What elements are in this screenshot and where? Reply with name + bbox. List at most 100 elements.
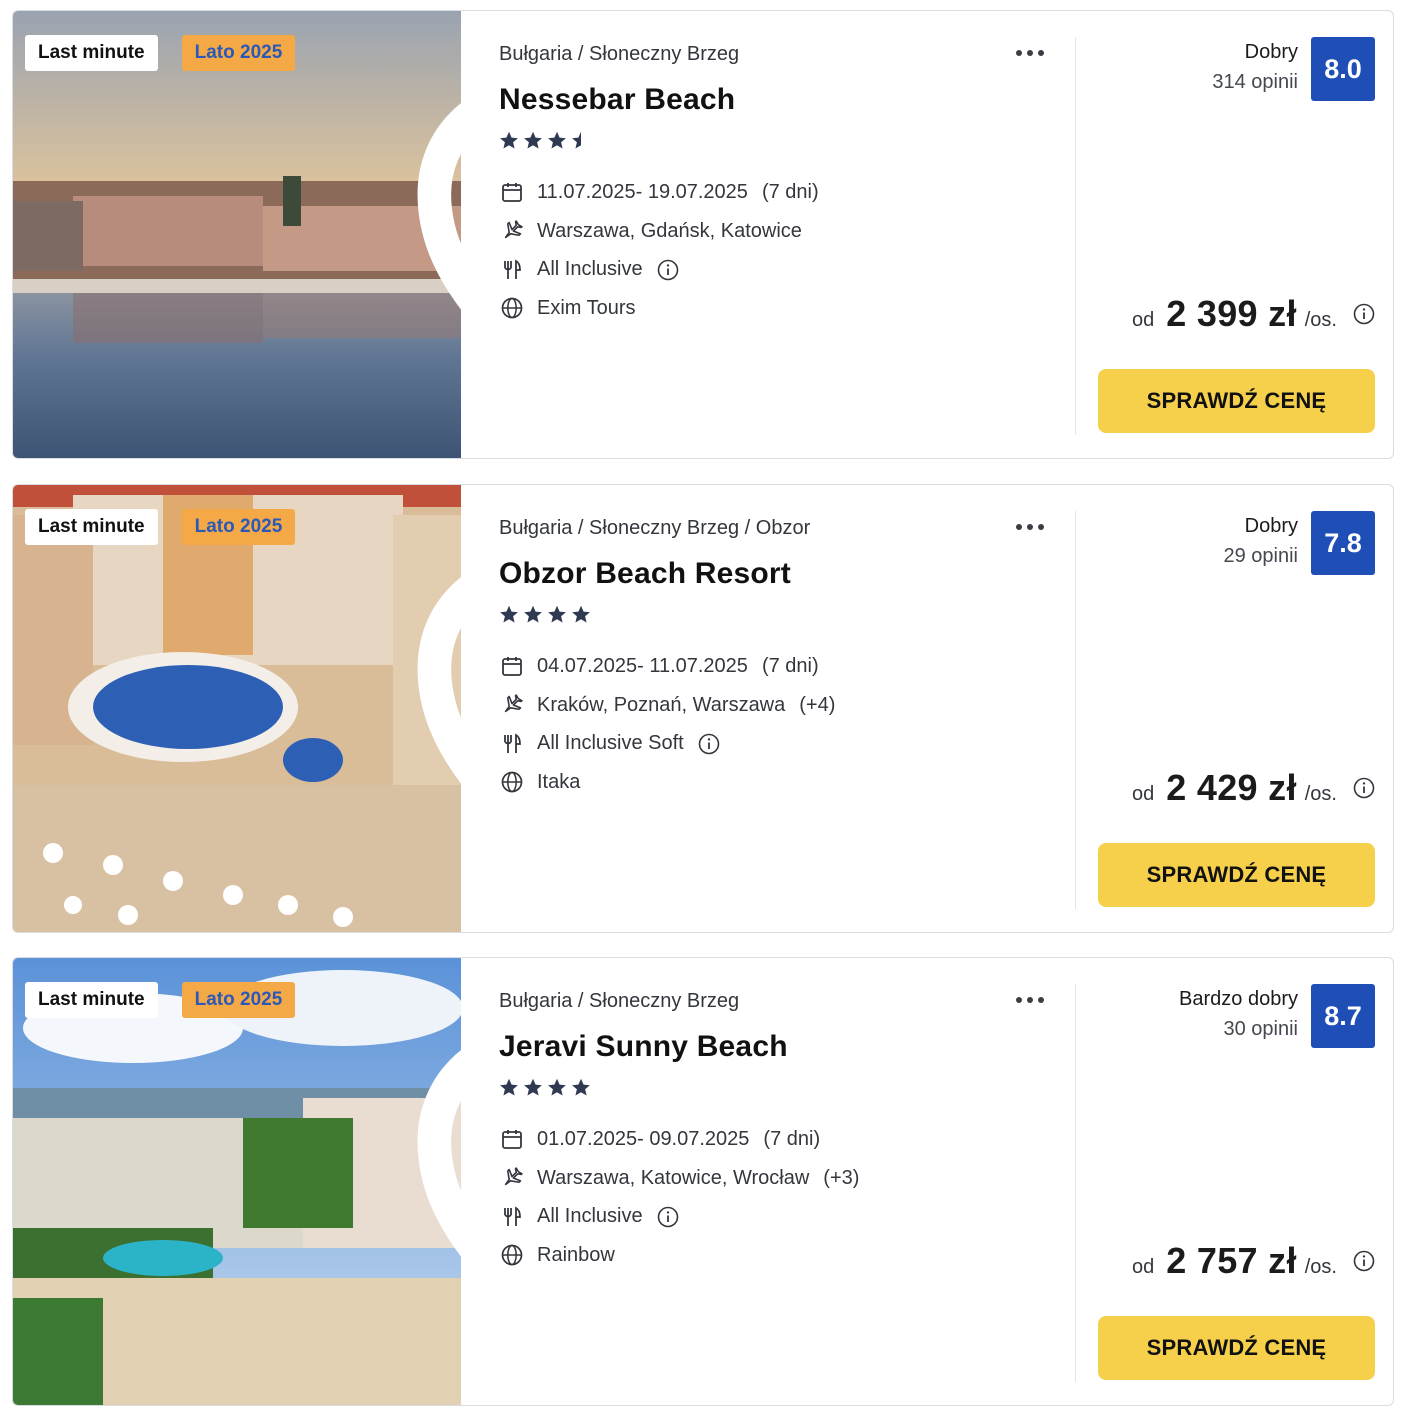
info-icon[interactable] [698,733,720,755]
price-prefix: od [1132,783,1155,805]
offer-dates: 04.07.2025- 11.07.2025 (7 dni) [499,647,835,686]
offer-dates: 01.07.2025- 09.07.2025 (7 dni) [499,1120,859,1159]
hotel-name[interactable]: Nessebar Beach [499,83,735,117]
departures-text: Warszawa, Katowice, Wrocław [537,1166,810,1189]
price-prefix: od [1132,309,1155,331]
departures-text: Warszawa, Gdańsk, Katowice [537,219,802,242]
rating-summary: Dobry 314 opinii [1212,37,1298,97]
rating-label: Bardzo dobry [1179,988,1298,1010]
board-text: All Inclusive [537,1205,643,1228]
rating-summary: Bardzo dobry 30 opinii [1179,984,1298,1044]
star-icon [500,1078,518,1096]
offer-board: All Inclusive [499,250,819,289]
hotel-photo[interactable]: Last minute Lato 2025 [13,485,461,932]
offer-departures: Warszawa, Gdańsk, Katowice [499,212,819,251]
calendar-icon [499,653,525,679]
star-icon [524,131,542,149]
info-icon[interactable] [657,259,679,281]
breadcrumb[interactable]: Bułgaria / Słoneczny Brzeg / Obzor [499,517,810,540]
more-dots-icon[interactable] [1012,515,1048,539]
last-minute-badge: Last minute [25,35,158,71]
hotel-photo[interactable]: Last minute Lato 2025 [13,11,461,458]
reviews-count[interactable]: 30 opinii [1179,1014,1298,1044]
cutlery-icon [499,731,525,757]
season-badge: Lato 2025 [181,982,296,1018]
operator-text: Rainbow [537,1243,615,1266]
breadcrumb[interactable]: Bułgaria / Słoneczny Brzeg [499,43,739,66]
last-minute-badge: Last minute [25,509,158,545]
globe-icon [499,295,525,321]
last-minute-badge: Last minute [25,982,158,1018]
rating-label: Dobry [1244,41,1298,63]
more-dots-icon[interactable] [1012,988,1048,1012]
hotel-name[interactable]: Jeravi Sunny Beach [499,1030,788,1064]
board-text: All Inclusive [537,258,643,281]
offer-operator: Rainbow [499,1236,859,1275]
info-icon[interactable] [1353,1250,1375,1272]
offer-card[interactable]: Last minute Lato 2025 Bułgaria / Słonecz… [12,10,1394,459]
star-icon [524,605,542,623]
info-icon[interactable] [1353,777,1375,799]
hotel-stars [499,1078,591,1097]
rating-label: Dobry [1244,515,1298,537]
half-star-icon [572,131,581,149]
plane-icon [499,218,525,244]
price: od 2 429 zł /os. [1132,767,1375,809]
price-unit: /os. [1304,309,1337,331]
rating-score-badge: 8.0 [1311,37,1375,101]
price-amount: 2 399 zł [1166,293,1297,334]
season-badge: Lato 2025 [181,35,296,71]
price-amount: 2 429 zł [1166,767,1297,808]
offer-card[interactable]: Last minute Lato 2025 Bułgaria / Słonecz… [12,484,1394,933]
star-icon [572,1078,590,1096]
check-price-button[interactable]: SPRAWDŹ CENĘ [1098,1316,1375,1380]
check-price-button[interactable]: SPRAWDŹ CENĘ [1098,843,1375,907]
offer-operator: Itaka [499,763,835,802]
price-unit: /os. [1304,1256,1337,1278]
heart-outline-icon[interactable] [397,509,461,784]
rating-score-badge: 7.8 [1311,511,1375,575]
season-badge: Lato 2025 [181,509,296,545]
info-icon[interactable] [657,1206,679,1228]
calendar-icon [499,1126,525,1152]
info-icon[interactable] [1353,303,1375,325]
reviews-count[interactable]: 29 opinii [1223,541,1298,571]
offer-card[interactable]: Last minute Lato 2025 Bułgaria / Słonecz… [12,957,1394,1406]
check-price-button[interactable]: SPRAWDŹ CENĘ [1098,369,1375,433]
offer-info: Bułgaria / Słoneczny Brzeg / Obzor Obzor… [499,485,1059,932]
star-icon [572,605,590,623]
operator-text: Exim Tours [537,296,636,319]
offer-info: Bułgaria / Słoneczny Brzeg Jeravi Sunny … [499,958,1059,1405]
operator-text: Itaka [537,770,581,793]
calendar-icon [499,179,525,205]
rating-summary: Dobry 29 opinii [1223,511,1298,571]
price: od 2 399 zł /os. [1132,293,1375,335]
departures-more[interactable]: (+3) [823,1167,859,1190]
star-icon [548,605,566,623]
globe-icon [499,769,525,795]
cutlery-icon [499,257,525,283]
more-dots-icon[interactable] [1012,41,1048,65]
star-icon [500,605,518,623]
star-icon [500,131,518,149]
offer-operator: Exim Tours [499,289,819,328]
departures-more[interactable]: (+4) [799,694,835,717]
hotel-stars [499,605,591,624]
offer-list: Last minute Lato 2025 Bułgaria / Słonecz… [0,0,1418,1422]
hotel-photo[interactable]: Last minute Lato 2025 [13,958,461,1405]
offer-board: All Inclusive [499,1197,859,1236]
breadcrumb[interactable]: Bułgaria / Słoneczny Brzeg [499,990,739,1013]
heart-outline-icon[interactable] [397,35,461,310]
duration-text: (7 dni) [761,654,819,677]
offer-dates: 11.07.2025- 19.07.2025 (7 dni) [499,173,819,212]
reviews-count[interactable]: 314 opinii [1212,67,1298,97]
plane-icon [499,1165,525,1191]
offer-info: Bułgaria / Słoneczny Brzeg Nessebar Beac… [499,11,1059,458]
offer-departures: Warszawa, Katowice, Wrocław (+3) [499,1159,859,1198]
price-amount: 2 757 zł [1166,1240,1297,1281]
offer-price-panel: Bardzo dobry 30 opinii 8.7 od 2 757 zł /… [1076,958,1393,1405]
price-unit: /os. [1304,783,1337,805]
hotel-name[interactable]: Obzor Beach Resort [499,557,791,591]
heart-outline-icon[interactable] [397,982,461,1257]
star-icon [548,1078,566,1096]
